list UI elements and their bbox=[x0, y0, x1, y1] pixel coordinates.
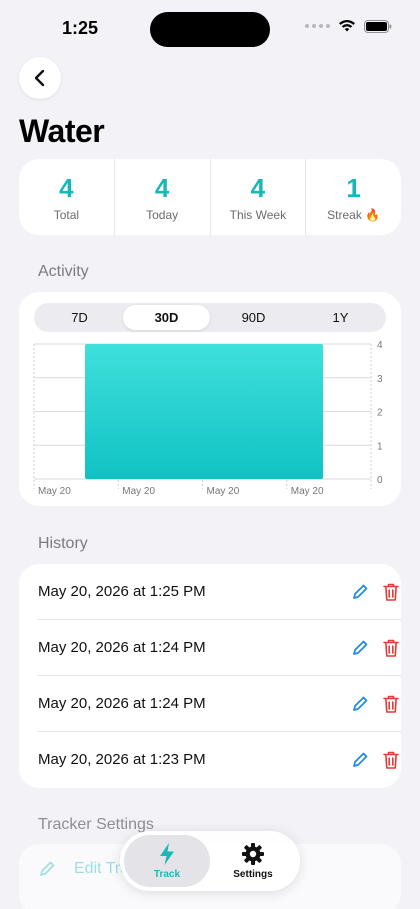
bolt-icon bbox=[160, 843, 174, 865]
activity-header: Activity bbox=[38, 263, 89, 280]
stat-label: Total bbox=[53, 207, 80, 222]
battery-icon bbox=[364, 19, 392, 33]
tab-settings-label: Settings bbox=[233, 869, 273, 880]
trash-icon[interactable] bbox=[382, 582, 400, 602]
stat-total: 4 Total bbox=[19, 159, 115, 235]
tab-bar: Track Settings bbox=[120, 831, 300, 891]
y-tick-label: 4 bbox=[377, 340, 383, 351]
x-tick-label: May 20 bbox=[291, 486, 324, 497]
trash-icon[interactable] bbox=[382, 694, 400, 714]
stat-value: 4 bbox=[250, 172, 266, 203]
stats-card: 4 Total 4 Today 4 This Week 1 Streak 🔥 bbox=[19, 159, 401, 235]
y-tick-label: 0 bbox=[377, 475, 383, 486]
x-tick-label: May 20 bbox=[38, 486, 71, 497]
chevron-left-icon bbox=[34, 69, 45, 87]
trash-icon[interactable] bbox=[382, 638, 400, 658]
stat-streak: 1 Streak 🔥 bbox=[306, 159, 401, 235]
y-tick-label: 1 bbox=[377, 441, 383, 452]
history-timestamp: May 20, 2026 at 1:24 PM bbox=[38, 639, 206, 656]
stat-label: Today bbox=[146, 207, 179, 222]
y-tick-label: 3 bbox=[377, 374, 383, 385]
stat-label: Streak 🔥 bbox=[327, 207, 381, 222]
history-row: May 20, 2026 at 1:24 PM bbox=[38, 676, 401, 732]
pencil-icon[interactable] bbox=[351, 639, 369, 657]
tab-settings[interactable]: Settings bbox=[210, 835, 296, 887]
history-header: History bbox=[38, 535, 88, 552]
history-row: May 20, 2026 at 1:24 PM bbox=[38, 620, 401, 676]
bar bbox=[85, 344, 323, 479]
activity-chart: 0 1 2 3 4 May 20 May 20 May 20 May 20 bbox=[33, 340, 383, 497]
trash-icon[interactable] bbox=[382, 750, 400, 770]
history-timestamp: May 20, 2026 at 1:23 PM bbox=[38, 751, 206, 768]
history-row: May 20, 2026 at 1:25 PM bbox=[38, 564, 401, 620]
history-timestamp: May 20, 2026 at 1:24 PM bbox=[38, 695, 206, 712]
signal-icon bbox=[305, 24, 330, 28]
tab-track[interactable]: Track bbox=[124, 835, 210, 887]
gear-icon bbox=[242, 843, 264, 865]
stat-this-week: 4 This Week bbox=[211, 159, 307, 235]
history-row: May 20, 2026 at 1:23 PM bbox=[38, 732, 401, 788]
tracker-settings-header: Tracker Settings bbox=[38, 816, 154, 833]
history-timestamp: May 20, 2026 at 1:25 PM bbox=[38, 583, 206, 600]
dynamic-island bbox=[150, 12, 270, 47]
x-tick-label: May 20 bbox=[122, 486, 155, 497]
status-icons bbox=[305, 19, 392, 33]
back-button[interactable] bbox=[19, 57, 61, 99]
pencil-icon bbox=[40, 861, 55, 876]
page-title: Water bbox=[19, 113, 105, 149]
pencil-icon[interactable] bbox=[351, 583, 369, 601]
history-card: May 20, 2026 at 1:25 PM May 20, 2026 at … bbox=[19, 564, 401, 788]
pencil-icon[interactable] bbox=[351, 695, 369, 713]
activity-chart-card: 7D 30D 90D 1Y 0 1 2 3 4 May 20 May 20 May 20 May… bbox=[19, 292, 401, 506]
pencil-icon[interactable] bbox=[351, 751, 369, 769]
stat-today: 4 Today bbox=[115, 159, 211, 235]
stat-label: This Week bbox=[229, 207, 287, 222]
wifi-icon bbox=[339, 20, 355, 32]
y-tick-label: 2 bbox=[377, 408, 383, 419]
status-time: 1:25 bbox=[62, 18, 99, 38]
status-bar: 1:25 bbox=[0, 0, 420, 58]
x-tick-label: May 20 bbox=[207, 486, 240, 497]
stat-value: 1 bbox=[346, 172, 361, 203]
tab-track-label: Track bbox=[153, 869, 181, 880]
stat-value: 4 bbox=[59, 172, 74, 203]
stat-value: 4 bbox=[154, 172, 170, 203]
